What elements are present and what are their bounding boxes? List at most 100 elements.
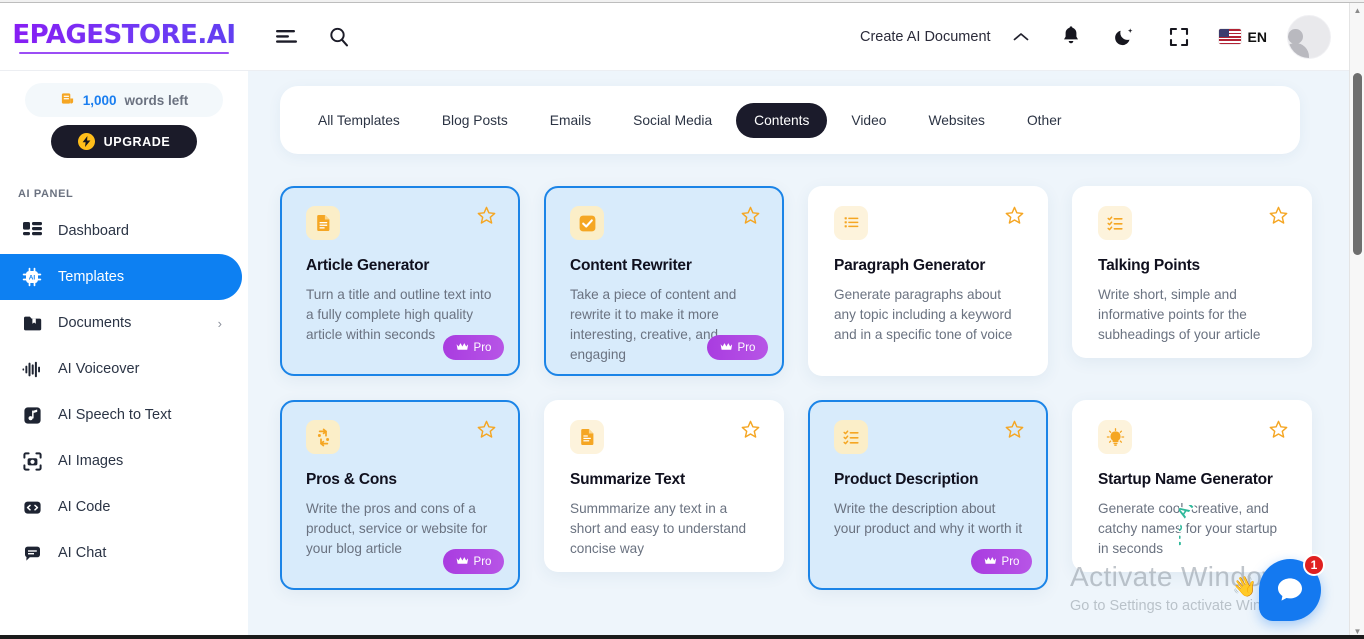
sidebar-section-title: AI PANEL	[18, 188, 248, 200]
sidebar-item-ai-chat[interactable]: AI Chat	[0, 530, 242, 576]
upgrade-button[interactable]: UPGRADE	[51, 125, 197, 158]
sidebar-item-label: AI Voiceover	[58, 361, 139, 377]
checklist-icon	[834, 420, 868, 454]
star-outline-icon[interactable]	[741, 206, 760, 230]
tab-emails[interactable]: Emails	[532, 103, 609, 138]
moon-icon[interactable]	[1108, 20, 1142, 54]
sidebar-item-label: Templates	[58, 269, 124, 285]
template-card-startup-name-generator[interactable]: Startup Name Generator Generate cool, cr…	[1072, 400, 1312, 572]
crown-icon	[720, 342, 732, 354]
sidebar-item-label: Documents	[58, 315, 131, 331]
card-description: Generate cool, creative, and catchy name…	[1098, 499, 1288, 559]
sidebar-item-dashboard[interactable]: Dashboard	[0, 208, 242, 254]
sidebar-item-ai-code[interactable]: AI Code	[0, 484, 242, 530]
tab-social-media[interactable]: Social Media	[615, 103, 730, 138]
chevron-up-icon[interactable]	[1001, 20, 1041, 54]
code-icon	[22, 497, 42, 517]
checkbox-icon	[570, 206, 604, 240]
camera-icon	[22, 451, 42, 471]
tab-video[interactable]: Video	[833, 103, 904, 138]
sidebar-item-ai-speech-to-text[interactable]: AI Speech to Text	[0, 392, 242, 438]
brand-logo[interactable]: EPAGESTORE.AI	[0, 3, 248, 71]
words-left-label: words left	[125, 93, 189, 108]
sidebar-item-templates[interactable]: AI Templates	[0, 254, 242, 300]
bolt-icon	[78, 133, 95, 150]
card-title: Paragraph Generator	[834, 257, 1024, 276]
expand-icon[interactable]	[1162, 20, 1196, 54]
tab-contents[interactable]: Contents	[736, 103, 827, 138]
waveform-icon	[22, 359, 42, 379]
scroll-up-arrow-icon[interactable]: ▲	[1350, 3, 1364, 18]
audio-file-icon	[22, 405, 42, 425]
chat-widget[interactable]: We Are Here! 👋 1	[1259, 559, 1321, 621]
template-card-talking-points[interactable]: Talking Points Write short, simple and i…	[1072, 186, 1312, 358]
card-title: Product Description	[834, 471, 1024, 490]
crown-icon	[456, 556, 468, 568]
dashboard-icon	[22, 221, 42, 241]
star-outline-icon[interactable]	[1005, 206, 1024, 230]
document-text-icon	[570, 420, 604, 454]
pro-label: Pro	[738, 342, 756, 354]
app-shell: EPAGESTORE.AI Create AI Document	[0, 3, 1349, 639]
card-title: Talking Points	[1098, 257, 1288, 276]
page-scrollbar[interactable]: ▲ ▼	[1349, 3, 1364, 639]
category-tabs: All Templates Blog Posts Emails Social M…	[280, 86, 1300, 154]
language-selector[interactable]: EN	[1219, 29, 1267, 45]
chat-bubble-icon[interactable]: 1	[1259, 559, 1321, 621]
star-outline-icon[interactable]	[477, 420, 496, 444]
template-card-article-generator[interactable]: Article Generator Turn a title and outli…	[280, 186, 520, 376]
avatar[interactable]	[1287, 15, 1331, 59]
create-ai-document-button[interactable]: Create AI Document	[856, 23, 995, 51]
search-icon[interactable]	[322, 20, 356, 54]
sidebar: 1,000 words left UPGRADE AI PANEL Dashbo…	[0, 71, 248, 639]
sidebar-item-ai-images[interactable]: AI Images	[0, 438, 242, 484]
pro-badge: Pro	[443, 549, 504, 574]
chevron-right-icon: ›	[218, 316, 222, 331]
tab-blog-posts[interactable]: Blog Posts	[424, 103, 526, 138]
star-outline-icon[interactable]	[1269, 206, 1288, 230]
sidebar-item-ai-voiceover[interactable]: AI Voiceover	[0, 346, 242, 392]
chat-unread-badge: 1	[1303, 554, 1325, 576]
card-title: Startup Name Generator	[1098, 471, 1288, 490]
card-description: Write the description about your product…	[834, 499, 1024, 539]
waving-hand-icon: 👋	[1232, 574, 1257, 599]
star-outline-icon[interactable]	[1269, 420, 1288, 444]
list-lines-icon	[834, 206, 868, 240]
ai-chip-icon: AI	[22, 267, 42, 287]
scrollbar-thumb[interactable]	[1353, 73, 1362, 255]
us-flag-icon	[1219, 29, 1241, 44]
sidebar-item-label: AI Code	[58, 499, 110, 515]
sidebar-item-label: AI Speech to Text	[58, 407, 171, 423]
card-description: Summmarize any text in a short and easy …	[570, 499, 760, 559]
template-card-product-description[interactable]: Product Description Write the descriptio…	[808, 400, 1048, 590]
star-outline-icon[interactable]	[1005, 420, 1024, 444]
hamburger-icon[interactable]	[270, 20, 304, 54]
sidebar-item-label: AI Images	[58, 453, 123, 469]
template-card-summarize-text[interactable]: Summarize Text Summmarize any text in a …	[544, 400, 784, 572]
template-card-paragraph-generator[interactable]: Paragraph Generator Generate paragraphs …	[808, 186, 1048, 376]
card-title: Pros & Cons	[306, 471, 496, 490]
crown-icon	[456, 342, 468, 354]
bell-icon[interactable]	[1054, 20, 1088, 54]
chat-icon	[22, 543, 42, 563]
star-outline-icon[interactable]	[741, 420, 760, 444]
brand-logo-text: EPAGESTORE.AI	[12, 20, 235, 50]
card-description: Generate paragraphs about any topic incl…	[834, 285, 1024, 345]
sidebar-item-label: AI Chat	[58, 545, 106, 561]
star-outline-icon[interactable]	[477, 206, 496, 230]
shuffle-icon	[306, 420, 340, 454]
folder-icon	[22, 313, 42, 333]
pro-badge: Pro	[443, 335, 504, 360]
tab-all-templates[interactable]: All Templates	[300, 103, 418, 138]
sidebar-item-documents[interactable]: Documents ›	[0, 300, 242, 346]
tab-other[interactable]: Other	[1009, 103, 1080, 138]
pro-badge: Pro	[971, 549, 1032, 574]
words-left-badge: 1,000 words left	[25, 83, 223, 117]
template-card-pros-and-cons[interactable]: Pros & Cons Write the pros and cons of a…	[280, 400, 520, 590]
pro-label: Pro	[474, 342, 492, 354]
tab-websites[interactable]: Websites	[910, 103, 1003, 138]
upgrade-label: UPGRADE	[104, 135, 171, 149]
template-card-content-rewriter[interactable]: Content Rewriter Take a piece of content…	[544, 186, 784, 376]
sidebar-item-label: Dashboard	[58, 223, 129, 239]
document-icon	[306, 206, 340, 240]
